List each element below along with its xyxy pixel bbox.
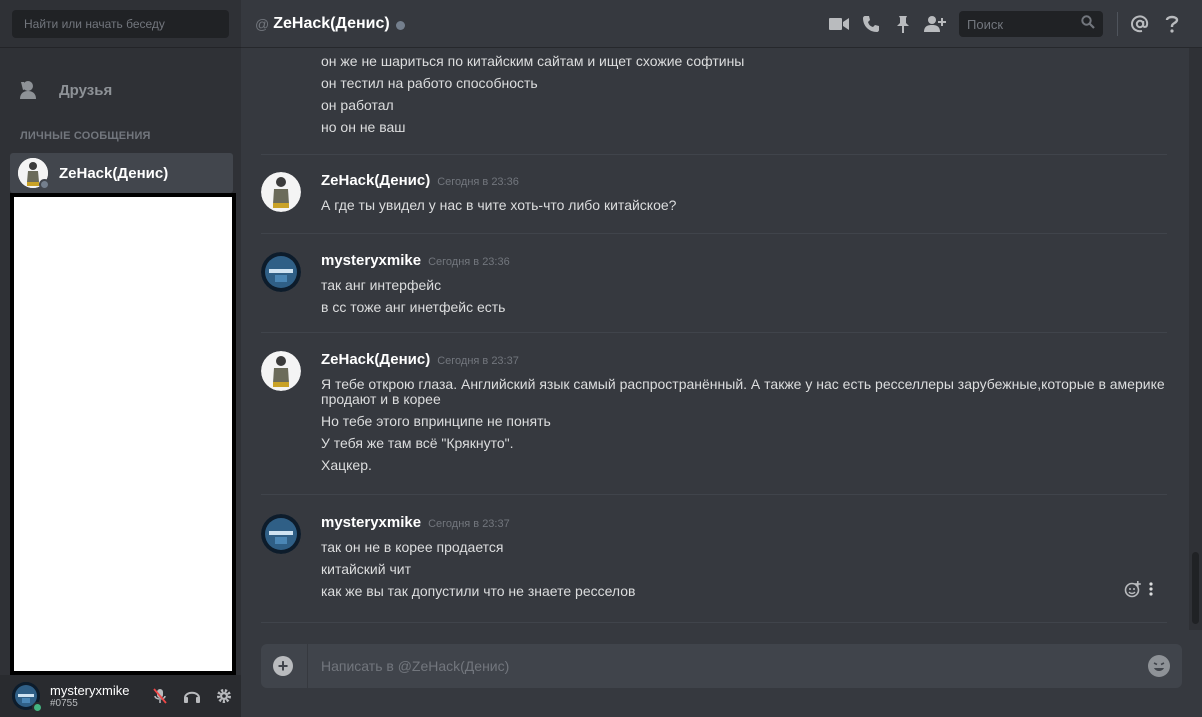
dm-item-name: ZeHack(Денис)	[59, 164, 169, 182]
user-panel: mysteryxmike #0755	[0, 675, 241, 717]
message-divider	[261, 154, 1167, 155]
message-text: так анг интерфейс	[321, 277, 442, 293]
composer-divider	[307, 644, 308, 688]
find-conversation-input[interactable]: Найти или начать беседу	[12, 10, 229, 38]
mute-mic-icon[interactable]	[144, 680, 176, 712]
user-avatar	[18, 158, 50, 190]
message-text: как же вы так допустили что не знаете ре…	[321, 583, 636, 599]
message-group: ZeHack(Денис) Сегодня в 23:36 А где ты у…	[261, 172, 1167, 216]
user-tag: #0755	[50, 697, 78, 709]
scrollbar-thumb[interactable]	[1192, 552, 1199, 624]
username: mysteryxmike	[50, 682, 130, 698]
message-input[interactable]: Написать в @ZeHack(Денис)	[321, 658, 1148, 674]
mysteryxmike-avatar[interactable]	[261, 252, 301, 292]
message-text: но он не ваш	[321, 119, 406, 135]
message-text: в сс тоже анг инетфейс есть	[321, 299, 506, 315]
message-continuation: он же не шариться по китайским сайтам и …	[261, 50, 1167, 138]
message-composer[interactable]: + Написать в @ZeHack(Денис)	[261, 644, 1182, 688]
headphones-icon[interactable]	[176, 680, 208, 712]
direct-messages-header: ЛИЧНЫЕ СООБЩЕНИЯ	[20, 130, 151, 142]
redacted-area	[10, 193, 236, 675]
message-divider	[261, 622, 1167, 623]
message-text: Хацкер.	[321, 457, 372, 473]
zehack-avatar[interactable]	[261, 351, 301, 391]
video-call-icon[interactable]	[823, 8, 855, 40]
message-divider	[261, 332, 1167, 333]
more-options-icon[interactable]	[1148, 582, 1154, 601]
offline-status-dot	[39, 179, 50, 190]
channel-title: ZeHack(Денис)	[273, 14, 390, 32]
message-timestamp: Сегодня в 23:37	[428, 518, 510, 530]
message-text: китайский чит	[321, 561, 411, 577]
emoji-picker-icon[interactable]	[1148, 655, 1170, 677]
at-symbol: @	[255, 15, 270, 32]
message-timestamp: Сегодня в 23:36	[437, 176, 519, 188]
mysteryxmike-avatar[interactable]	[261, 514, 301, 554]
header-toolbar: Поиск	[823, 0, 1188, 48]
sidebar-search-wrap: Найти или начать беседу	[0, 0, 241, 48]
message-group: mysteryxmike Сегодня в 23:37 так он не в…	[261, 514, 1167, 602]
message-group: mysteryxmike Сегодня в 23:36 так анг инт…	[261, 252, 1167, 318]
message-text: Я тебе открою глаза. Английский язык сам…	[321, 376, 1165, 407]
search-icon	[1081, 14, 1095, 34]
message-divider	[261, 233, 1167, 234]
message-text: он же не шариться по китайским сайтам и …	[321, 53, 745, 69]
header-search-input[interactable]: Поиск	[959, 11, 1103, 37]
dm-sidebar: Найти или начать беседу Друзья ЛИЧНЫЕ СО…	[0, 0, 241, 717]
message-author[interactable]: ZeHack(Денис)	[321, 172, 430, 189]
message-text: он тестил на работо способность	[321, 75, 538, 91]
message-text: Но тебе этого впринципе не понять	[321, 413, 551, 429]
offline-status-dot	[395, 20, 405, 30]
user-meta: mysteryxmike #0755	[50, 683, 138, 710]
message-timestamp: Сегодня в 23:37	[437, 355, 519, 367]
channel-header: @ ZeHack(Денис) Поиск	[241, 0, 1202, 48]
message-timestamp: Сегодня в 23:36	[428, 256, 510, 268]
message-scrollbar[interactable]	[1189, 48, 1202, 630]
message-author[interactable]: mysteryxmike	[321, 514, 421, 531]
add-reaction-icon[interactable]	[1124, 580, 1142, 603]
friends-label: Друзья	[59, 81, 113, 99]
message-text: так он не в корее продается	[321, 539, 504, 555]
message-list: он же не шариться по китайским сайтам и …	[241, 48, 1189, 630]
message-group: ZeHack(Денис) Сегодня в 23:37 Я тебе отк…	[261, 351, 1167, 476]
message-text: У тебя же там всё "Крякнуто".	[321, 435, 514, 451]
zehack-avatar[interactable]	[261, 172, 301, 212]
message-author[interactable]: mysteryxmike	[321, 252, 421, 269]
message-divider	[261, 494, 1167, 495]
upload-plus-icon[interactable]: +	[273, 656, 293, 676]
help-icon[interactable]	[1156, 8, 1188, 40]
message-author[interactable]: ZeHack(Денис)	[321, 351, 430, 368]
friends-nav-item[interactable]: Друзья	[8, 72, 233, 108]
friends-icon	[18, 78, 42, 102]
settings-gear-icon[interactable]	[208, 680, 240, 712]
user-avatar[interactable]	[12, 682, 43, 713]
voice-call-icon[interactable]	[855, 8, 887, 40]
message-text: А где ты увидел у нас в чите хоть-что ли…	[321, 197, 677, 213]
header-divider	[1117, 12, 1118, 36]
dm-item-zehack[interactable]: ZeHack(Денис)	[10, 153, 233, 193]
search-placeholder: Поиск	[967, 16, 1004, 32]
app-window: Найти или начать беседу Друзья ЛИЧНЫЕ СО…	[0, 0, 1202, 717]
user-controls	[144, 680, 240, 712]
mention-icon[interactable]	[1124, 8, 1156, 40]
online-status-dot	[32, 702, 43, 713]
message-text: он работал	[321, 97, 394, 113]
pin-icon[interactable]	[887, 8, 919, 40]
message-hover-actions	[1124, 580, 1154, 603]
add-friend-icon[interactable]	[919, 8, 951, 40]
